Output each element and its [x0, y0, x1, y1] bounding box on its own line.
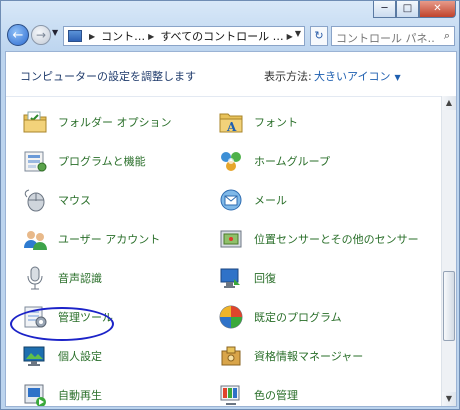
scroll-thumb[interactable] [443, 271, 455, 341]
search-icon[interactable]: ⌕ [444, 29, 450, 43]
default-programs-icon [218, 304, 244, 330]
sensors-icon [218, 226, 244, 252]
address-dropdown-icon[interactable]: ▼ [295, 29, 301, 38]
item-label[interactable]: 位置センサーとその他のセンサー [254, 231, 419, 247]
recovery-icon [218, 265, 244, 291]
item-mouse[interactable]: マウス [22, 185, 91, 215]
fonts-folder-icon: A [218, 109, 244, 135]
item-color-management[interactable]: 色の管理 [218, 380, 298, 406]
address-bar[interactable]: ▶ コント… ▶ すべてのコントロール … ▶ ▼ [63, 26, 305, 46]
item-credential-manager[interactable]: 資格情報マネージャー [218, 341, 363, 371]
item-label[interactable]: 色の管理 [254, 387, 298, 403]
credential-manager-icon [218, 343, 244, 369]
microphone-icon [22, 265, 48, 291]
close-button[interactable]: ✕ [419, 1, 456, 18]
control-panel-window: ─ □ ✕ ← → ▼ ▶ コント… ▶ すべてのコントロール … ▶ ▼ ↻ … [0, 0, 460, 410]
breadcrumb-separator-icon[interactable]: ▶ [89, 32, 95, 41]
item-programs-features[interactable]: プログラムと機能 [22, 146, 146, 176]
item-label[interactable]: ホームグループ [254, 153, 330, 169]
breadcrumb-control-panel[interactable]: コント… [101, 28, 145, 44]
item-label[interactable]: 既定のプログラム [254, 309, 342, 325]
color-management-icon [218, 382, 244, 406]
mouse-icon [22, 187, 48, 213]
item-label[interactable]: 個人設定 [58, 348, 102, 364]
item-fonts[interactable]: A フォント [218, 107, 298, 137]
search-box[interactable]: ⌕ [331, 26, 455, 48]
item-homegroup[interactable]: ホームグループ [218, 146, 330, 176]
page-title: コンピューターの設定を調整します [20, 70, 196, 83]
item-default-programs[interactable]: 既定のプログラム [218, 302, 342, 332]
item-label[interactable]: プログラムと機能 [58, 153, 146, 169]
scroll-up-button[interactable]: ▲ [442, 96, 456, 110]
control-panel-icon [68, 30, 82, 42]
content-header: コンピューターの設定を調整します 表示方法: 大きいアイコン ▼ [6, 52, 456, 97]
search-input[interactable] [332, 29, 440, 48]
view-by-label: 表示方法: [264, 70, 312, 83]
breadcrumb-separator-icon[interactable]: ▶ [148, 32, 154, 41]
view-by-value[interactable]: 大きいアイコン [314, 70, 390, 83]
content-pane: コンピューターの設定を調整します 表示方法: 大きいアイコン ▼ フォルダー オプ… [5, 51, 457, 407]
item-user-accounts[interactable]: ユーザー アカウント [22, 224, 160, 254]
mail-icon [218, 187, 244, 213]
vertical-scrollbar[interactable]: ▲ ▼ [441, 96, 456, 406]
item-label[interactable]: 資格情報マネージャー [254, 348, 363, 364]
items-grid: フォルダー オプション A フォント プログラムと機能 ホームグループ マウス … [6, 96, 440, 406]
highlight-ellipse [10, 307, 114, 341]
item-label[interactable]: ユーザー アカウント [58, 231, 160, 247]
item-sensors[interactable]: 位置センサーとその他のセンサー [218, 224, 419, 254]
item-label[interactable]: 自動再生 [58, 387, 102, 403]
refresh-button[interactable]: ↻ [310, 26, 328, 46]
autoplay-icon [22, 382, 48, 406]
recent-pages-dropdown[interactable]: ▼ [52, 28, 58, 37]
item-speech-recognition[interactable]: 音声認識 [22, 263, 102, 293]
item-mail[interactable]: メール [218, 185, 287, 215]
forward-button[interactable]: → [31, 25, 51, 45]
maximize-button[interactable]: □ [396, 1, 419, 18]
back-button[interactable]: ← [7, 24, 29, 46]
scroll-down-button[interactable]: ▼ [442, 392, 456, 406]
item-recovery[interactable]: 回復 [218, 263, 276, 293]
item-label[interactable]: フォルダー オプション [58, 114, 172, 130]
item-label[interactable]: フォント [254, 114, 298, 130]
svg-text:A: A [226, 120, 237, 134]
homegroup-icon [218, 148, 244, 174]
window-controls: ─ □ ✕ [373, 1, 456, 18]
programs-features-icon [22, 148, 48, 174]
chevron-down-icon[interactable]: ▼ [394, 73, 400, 82]
folder-options-icon [22, 109, 48, 135]
item-folder-options[interactable]: フォルダー オプション [22, 107, 172, 137]
item-autoplay[interactable]: 自動再生 [22, 380, 102, 406]
view-by-dropdown[interactable]: 大きいアイコン ▼ [314, 68, 401, 84]
breadcrumb-separator-icon[interactable]: ▶ [287, 32, 293, 41]
personalization-icon [22, 343, 48, 369]
item-label[interactable]: マウス [58, 192, 91, 208]
user-accounts-icon [22, 226, 48, 252]
item-label[interactable]: メール [254, 192, 287, 208]
item-label[interactable]: 回復 [254, 270, 276, 286]
item-personalization[interactable]: 個人設定 [22, 341, 102, 371]
item-label[interactable]: 音声認識 [58, 270, 102, 286]
minimize-button[interactable]: ─ [373, 1, 396, 18]
breadcrumb-all-items[interactable]: すべてのコントロール … [160, 28, 283, 44]
